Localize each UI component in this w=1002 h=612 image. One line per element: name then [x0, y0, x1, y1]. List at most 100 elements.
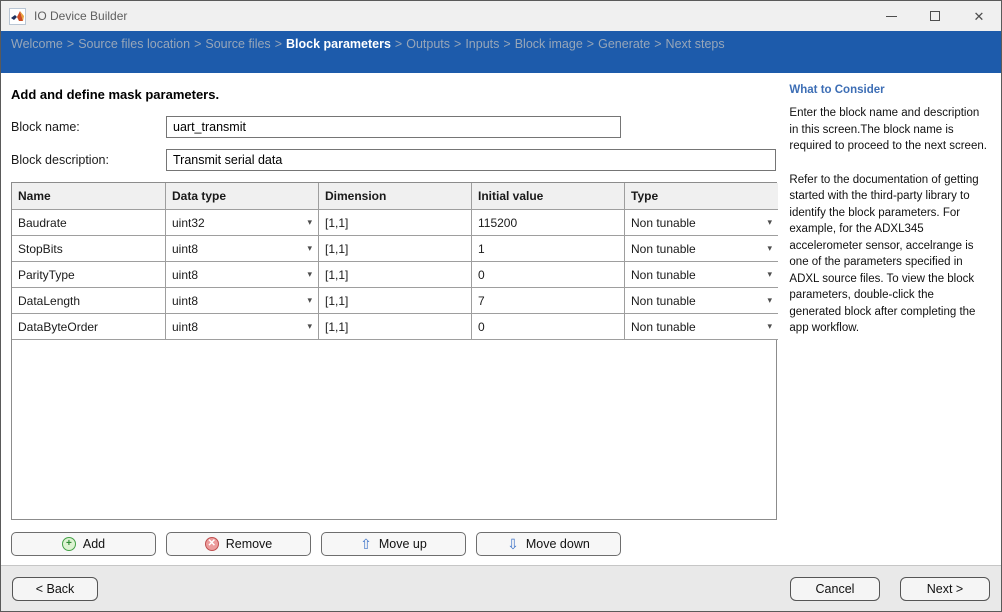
- column-header-initial-value: Initial value: [472, 183, 625, 210]
- add-button[interactable]: + Add: [11, 532, 156, 556]
- back-button[interactable]: < Back: [12, 576, 98, 601]
- move-up-button-label: Move up: [378, 537, 427, 551]
- move-up-button[interactable]: ⇧ Move up: [321, 532, 466, 556]
- data-type-dropdown[interactable]: uint8 ▾: [166, 288, 319, 314]
- dimension-cell[interactable]: [1,1]: [319, 262, 472, 288]
- block-description-input[interactable]: [166, 149, 776, 171]
- window-title: IO Device Builder: [34, 9, 128, 23]
- param-name-cell[interactable]: Baudrate: [12, 210, 166, 236]
- type-value: Non tunable: [631, 215, 696, 230]
- chevron-down-icon: ▾: [767, 269, 772, 279]
- maximize-icon: [930, 11, 940, 21]
- chevron-down-icon: ▾: [307, 295, 312, 305]
- initial-value-cell[interactable]: 115200: [472, 210, 625, 236]
- block-name-label: Block name:: [11, 120, 80, 134]
- breadcrumb-step-outputs: Outputs: [406, 37, 451, 51]
- close-icon: ✕: [973, 8, 985, 24]
- breadcrumb: Welcome > Source files location > Source fil…: [1, 31, 1001, 73]
- breadcrumb-step-block-parameters: Block parameters: [286, 37, 391, 51]
- help-sidebar: What to Consider Enter the block name an…: [785, 73, 1001, 565]
- matlab-app-icon: [9, 7, 26, 25]
- dimension-cell[interactable]: [1,1]: [319, 210, 472, 236]
- maximize-button[interactable]: [913, 1, 957, 31]
- type-dropdown[interactable]: Non tunable ▾: [625, 314, 778, 340]
- initial-value-cell[interactable]: 7: [472, 288, 625, 314]
- content-area: Add and define mask parameters. Block na…: [1, 73, 1001, 565]
- breadcrumb-step-generate: Generate: [598, 37, 651, 51]
- chevron-down-icon: ▾: [307, 243, 312, 253]
- data-type-value: uint8: [172, 293, 199, 308]
- footer-bar: < Back Cancel Next >: [1, 565, 1001, 611]
- column-header-dimension: Dimension: [319, 183, 472, 210]
- breadcrumb-step-inputs: Inputs: [465, 37, 500, 51]
- breadcrumb-step-next-steps: Next steps: [665, 37, 725, 51]
- breadcrumb-separator: >: [394, 37, 403, 51]
- arrow-down-icon: ⇩: [507, 536, 519, 552]
- add-button-label: Add: [82, 537, 106, 551]
- move-down-button-label: Move down: [525, 537, 590, 551]
- sidebar-paragraph: Refer to the documentation of getting st…: [789, 173, 979, 335]
- data-type-dropdown[interactable]: uint8 ▾: [166, 314, 319, 340]
- initial-value-cell[interactable]: 0: [472, 262, 625, 288]
- next-button[interactable]: Next >: [900, 576, 990, 601]
- type-dropdown[interactable]: Non tunable ▾: [625, 236, 778, 262]
- page-title: Add and define mask parameters.: [11, 87, 220, 102]
- table-action-buttons: + Add ✕ Remove ⇧ Move up ⇩ Move down: [11, 532, 785, 556]
- close-button[interactable]: ✕: [957, 1, 1001, 31]
- add-plus-icon: +: [61, 537, 76, 551]
- breadcrumb-separator: >: [654, 37, 662, 51]
- remove-button-label: Remove: [225, 537, 273, 551]
- column-header-name: Name: [12, 183, 166, 210]
- type-value: Non tunable: [631, 267, 696, 282]
- dimension-cell[interactable]: [1,1]: [319, 288, 472, 314]
- chevron-down-icon: ▾: [307, 269, 312, 279]
- sidebar-heading: What to Consider: [789, 84, 885, 96]
- titlebar: IO Device Builder ✕: [1, 1, 1001, 31]
- table-row: DataByteOrder uint8 ▾ [1,1] 0 Non tunable…: [12, 314, 778, 340]
- block-description-row: Block description:: [11, 149, 785, 171]
- window-controls: ✕: [869, 1, 1001, 31]
- remove-x-icon: ✕: [204, 537, 219, 551]
- column-header-data-type: Data type: [166, 183, 319, 210]
- param-name-cell[interactable]: StopBits: [12, 236, 166, 262]
- table-row: DataLength uint8 ▾ [1,1] 7 Non tunable ▾: [12, 288, 778, 314]
- data-type-value: uint8: [172, 241, 199, 256]
- table-row: Baudrate uint32 ▾ [1,1] 115200 Non tunabl…: [12, 210, 778, 236]
- block-description-label: Block description:: [11, 153, 109, 167]
- param-name-cell[interactable]: ParityType: [12, 262, 166, 288]
- table-row: ParityType uint8 ▾ [1,1] 0 Non tunable ▾: [12, 262, 778, 288]
- param-name-cell[interactable]: DataByteOrder: [12, 314, 166, 340]
- table-header-row: Name Data type Dimension Initial value T…: [12, 183, 778, 210]
- dimension-cell[interactable]: [1,1]: [319, 236, 472, 262]
- chevron-down-icon: ▾: [767, 217, 772, 227]
- data-type-value: uint32: [172, 215, 205, 230]
- remove-button[interactable]: ✕ Remove: [166, 532, 311, 556]
- main-panel: Add and define mask parameters. Block na…: [1, 73, 785, 565]
- breadcrumb-step-source-files-location: Source files location: [78, 37, 191, 51]
- type-dropdown[interactable]: Non tunable ▾: [625, 288, 778, 314]
- chevron-down-icon: ▾: [307, 217, 312, 227]
- data-type-dropdown[interactable]: uint32 ▾: [166, 210, 319, 236]
- arrow-up-icon: ⇧: [360, 536, 372, 552]
- sidebar-paragraph: Enter the block name and description in …: [789, 107, 987, 152]
- data-type-value: uint8: [172, 267, 199, 282]
- data-type-dropdown[interactable]: uint8 ▾: [166, 262, 319, 288]
- move-down-button[interactable]: ⇩ Move down: [476, 532, 621, 556]
- dimension-cell[interactable]: [1,1]: [319, 314, 472, 340]
- breadcrumb-step-block-image: Block image: [514, 37, 583, 51]
- data-type-dropdown[interactable]: uint8 ▾: [166, 236, 319, 262]
- initial-value-cell[interactable]: 1: [472, 236, 625, 262]
- breadcrumb-separator: >: [586, 37, 595, 51]
- chevron-down-icon: ▾: [767, 295, 772, 305]
- chevron-down-icon: ▾: [767, 321, 772, 331]
- block-name-input[interactable]: [166, 116, 621, 138]
- initial-value-cell[interactable]: 0: [472, 314, 625, 340]
- param-name-cell[interactable]: DataLength: [12, 288, 166, 314]
- breadcrumb-separator: >: [454, 37, 462, 51]
- breadcrumb-separator: >: [66, 37, 75, 51]
- breadcrumb-step-welcome: Welcome: [11, 37, 63, 51]
- type-dropdown[interactable]: Non tunable ▾: [625, 262, 778, 288]
- cancel-button[interactable]: Cancel: [790, 576, 880, 601]
- type-dropdown[interactable]: Non tunable ▾: [625, 210, 778, 236]
- minimize-button[interactable]: [869, 1, 913, 31]
